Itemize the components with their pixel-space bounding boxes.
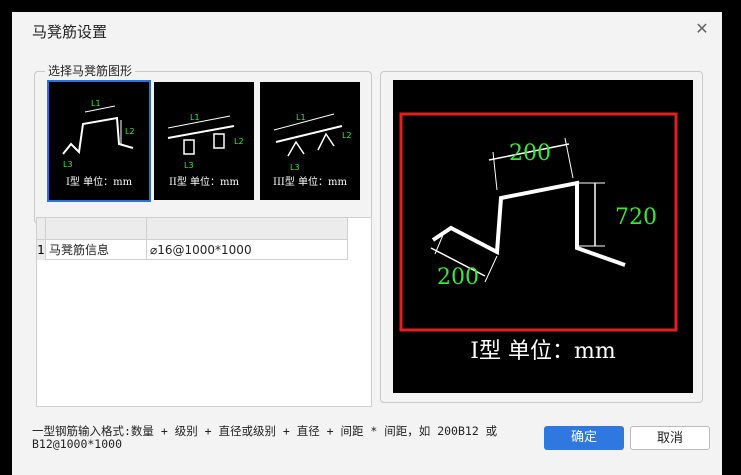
table-header-value: [147, 218, 348, 240]
shape-1-label-l1: L1: [91, 99, 101, 108]
shape-3-label-l1: L1: [296, 113, 306, 122]
shape-group-label: 选择马凳筋图形: [45, 62, 136, 79]
dialog-title: 马凳筋设置: [32, 23, 108, 41]
shape-1-caption: I型 单位：mm: [65, 177, 133, 188]
preview-dim-right: 720: [615, 205, 657, 230]
shape-2-label-l1: L1: [190, 113, 200, 122]
shape-option-type-3[interactable]: L1 L2 L3 III型 单位：mm: [260, 82, 360, 200]
input-format-hint: 一型钢筋输入格式:数量 + 级别 + 直径或级别 + 直径 + 间距 * 间距，…: [32, 424, 498, 451]
shape-option-type-2[interactable]: L1 L2 L3 II型 单位：mm: [154, 82, 254, 200]
preview-dim-left: 200: [437, 265, 479, 290]
table-row-index: 1: [37, 240, 46, 260]
table-cell-value[interactable]: ⌀16@1000*1000: [147, 240, 348, 260]
preview-caption: I型 单位：mm: [470, 339, 616, 364]
shape-3-label-l3: L3: [290, 163, 300, 172]
shape-1-label-l3: L3: [63, 160, 73, 169]
shape-3-label-l2: L2: [342, 131, 352, 140]
table-cell-name[interactable]: 马凳筋信息: [46, 240, 147, 260]
cancel-button[interactable]: 取消: [630, 426, 710, 450]
close-icon[interactable]: ✕: [694, 21, 710, 37]
rebar-info-table: 1 马凳筋信息 ⌀16@1000*1000: [36, 217, 372, 407]
preview-canvas: 200 720 200 I型 单位：mm: [393, 80, 693, 393]
ok-button[interactable]: 确定: [544, 426, 624, 450]
shape-option-type-1[interactable]: L1 L2 L3 I型 单位：mm: [47, 80, 151, 202]
preview-drawing: 200 720 200 I型 单位：mm: [399, 112, 678, 364]
table-corner-header: [37, 218, 46, 240]
dialog-window: 马凳筋设置 ✕ 选择马凳筋图形 L1 L2 L3 I型 单位：mm L1 L2 …: [12, 12, 722, 475]
shape-2-caption: II型 单位：mm: [168, 177, 240, 188]
shape-3-caption: III型 单位：mm: [273, 177, 347, 188]
shape-1-label-l2: L2: [125, 127, 135, 136]
table-header-name: [46, 218, 147, 240]
shape-2-label-l3: L3: [184, 161, 194, 170]
shape-2-label-l2: L2: [234, 137, 244, 146]
preview-dim-top: 200: [509, 141, 551, 166]
